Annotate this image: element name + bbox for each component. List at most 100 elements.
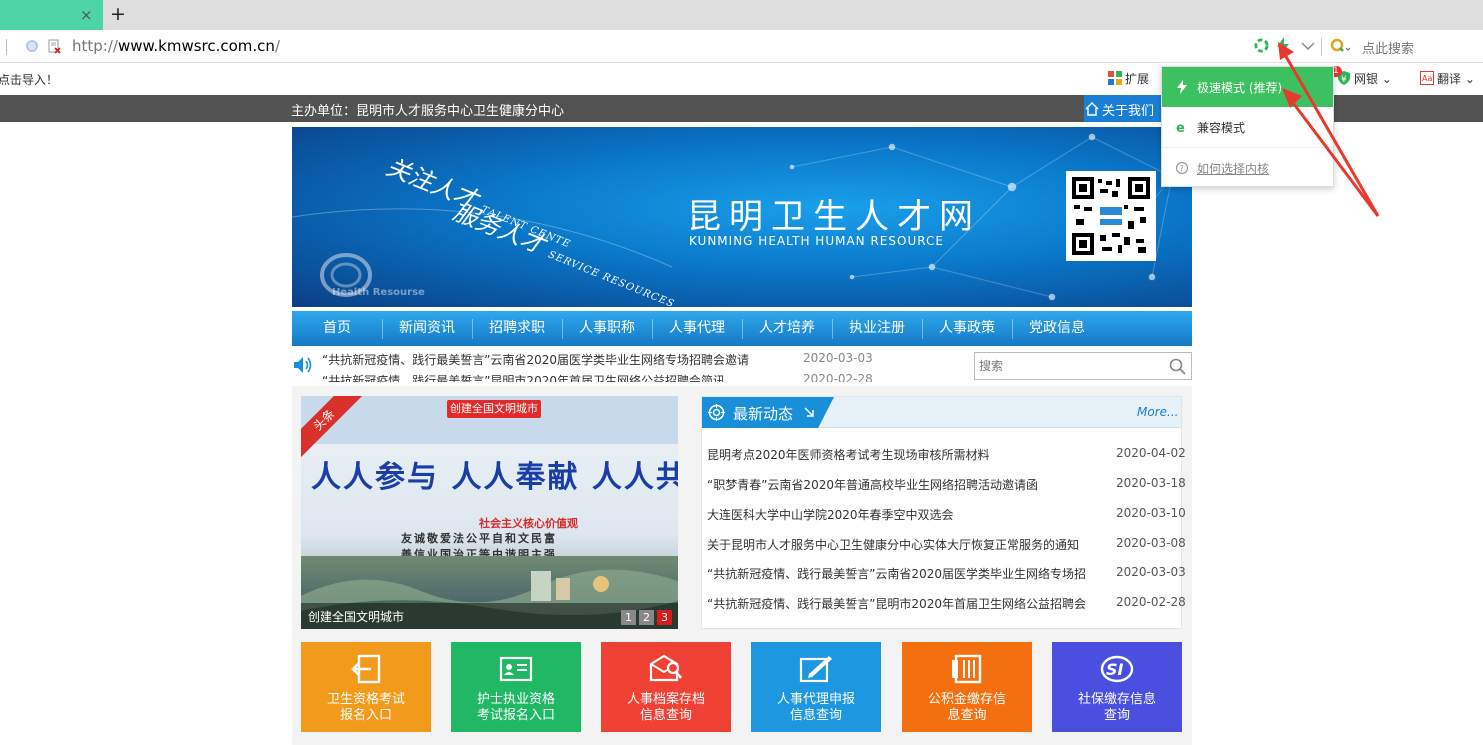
tile-agency-query[interactable]: 人事代理申报 信息查询 (751, 642, 881, 732)
host-unit-text: 主办单位：昆明市人才服务中心卫生健康分中心 (291, 104, 565, 119)
new-tab-button[interactable]: + (110, 3, 126, 25)
ie-icon: e (1176, 121, 1185, 134)
ticker-date: 2020-02-28 (803, 372, 873, 382)
site-search-input[interactable] (979, 356, 1159, 376)
chevron-down-icon[interactable] (1300, 39, 1316, 53)
news-item[interactable]: 关于昆明市人才服务中心卫生健康分中心实体大厅恢复正常服务的通知 2020-03-… (707, 536, 1186, 556)
nav-recruitment[interactable]: 招聘求职 (472, 311, 562, 346)
about-us-label: 关于我们 (1102, 104, 1155, 119)
tile-fund-query[interactable]: 公积金缴存信 息查询 (902, 642, 1032, 732)
tile-social-insurance-query[interactable]: SI 社保缴存信息 查询 (1052, 642, 1182, 732)
tile-line1: 卫生资格考试 (326, 692, 405, 707)
carousel-dot[interactable]: 2 (639, 610, 654, 625)
archive-search-icon (649, 654, 682, 682)
nav-agency[interactable]: 人事代理 (652, 311, 742, 346)
news-item-title: “职梦青春”云南省2020年普通高校毕业生网络招聘活动邀请函 (707, 478, 1038, 492)
import-favorites-link[interactable]: 点击导入！ (0, 71, 58, 88)
insecure-certificate-icon[interactable] (48, 39, 61, 54)
help-icon: ? (1175, 161, 1189, 175)
netbank-label: 网银 (1354, 72, 1379, 86)
browser-accelerate-icon[interactable] (1254, 38, 1269, 53)
tab-close-icon[interactable]: × (80, 7, 93, 23)
kernel-help-option[interactable]: ? 如何选择内核 (1162, 147, 1333, 187)
tile-label: 护士执业资格 考试报名入口 (451, 692, 581, 724)
speaker-icon (294, 357, 312, 373)
extensions-button[interactable]: 扩展 (1108, 70, 1149, 87)
browser-search-input[interactable]: 点此搜索 (1362, 38, 1414, 57)
carousel-dot-active[interactable]: 3 (657, 610, 672, 625)
render-mode-menu: 极速模式 (推荐) e 兼容模式 ? 如何选择内核 (1161, 66, 1334, 187)
tile-line1: 人事档案存档 (626, 692, 705, 707)
news-title: 最新动态 (733, 405, 794, 423)
search-engine-icon[interactable] (1330, 38, 1350, 54)
main-nav: 首页 新闻资讯 招聘求职 人事职称 人事代理 人才培养 执业注册 人事政策 党政… (292, 311, 1192, 346)
carousel-caption: 创建全国文明城市 (308, 610, 405, 624)
nav-party[interactable]: 党政信息 (1012, 311, 1102, 346)
news-item[interactable]: “共抗新冠疫情、践行最美誓言”昆明市2020年首届卫生网络公益招聘会 2020-… (707, 595, 1186, 615)
news-item[interactable]: 昆明考点2020年医师资格考试考生现场审核所需材料 2020-04-02 (707, 446, 1186, 466)
news-item[interactable]: “职梦青春”云南省2020年普通高校毕业生网络招聘活动邀请函 2020-03-1… (707, 476, 1186, 496)
tile-label: 人事档案存档 信息查询 (601, 692, 731, 724)
tile-line1: 护士执业资格 (476, 692, 555, 707)
news-more-link[interactable]: More... (1137, 405, 1178, 419)
translate-label: 翻译 (1437, 72, 1462, 86)
url-prefix: http:// (72, 37, 118, 55)
carousel-dot[interactable]: 1 (621, 610, 636, 625)
ticker-item[interactable]: “共抗新冠疫情、践行最美誓言”昆明市2020年首届卫生网络公益招聘会简讯 (322, 372, 725, 382)
search-icon[interactable] (1169, 358, 1186, 375)
site-banner: 关注人才 TALENT CENTE 服务人才 SERVICE RESOURCES… (292, 127, 1192, 307)
arrow-down-right-icon (804, 407, 814, 417)
news-item[interactable]: “共抗新冠疫情、践行最美誓言”云南省2020届医学类毕业生网络专场招 2020-… (707, 565, 1186, 585)
target-icon (708, 404, 725, 421)
url-field[interactable]: http://www.kmwsrc.com.cn/ (72, 37, 280, 55)
news-tab[interactable]: 最新动态 (702, 397, 834, 428)
netbank-button[interactable]: ¥ 网银 ⌄ (1337, 70, 1392, 87)
lightning-icon (1177, 80, 1187, 94)
site-subtitle: KUNMING HEALTH HUMAN RESOURCE (689, 234, 944, 248)
tile-line2: 考试报名入口 (476, 708, 555, 723)
fast-mode-option[interactable]: 极速模式 (推荐) (1162, 67, 1333, 107)
url-host: www.kmwsrc.com.cn (117, 37, 275, 55)
nav-home[interactable]: 首页 (292, 311, 382, 346)
news-item-date: 2020-03-08 (1116, 536, 1186, 550)
tile-nurse-exam[interactable]: 护士执业资格 考试报名入口 (451, 642, 581, 732)
svg-text:SI: SI (1106, 660, 1124, 679)
news-header: 最新动态 More... (702, 397, 1181, 428)
translate-icon: Aa (1420, 71, 1434, 85)
news-item-date: 2020-03-03 (1116, 565, 1186, 579)
tile-line2: 信息查询 (639, 708, 692, 723)
nav-policy[interactable]: 人事政策 (922, 311, 1012, 346)
svg-text:Aa: Aa (1422, 74, 1432, 83)
about-us-button[interactable]: 关于我们 (1084, 95, 1164, 122)
tile-health-exam[interactable]: 卫生资格考试 报名入口 (301, 642, 431, 732)
news-item-title: “共抗新冠疫情、践行最美誓言”昆明市2020年首届卫生网络公益招聘会 (707, 597, 1086, 611)
edit-form-icon (799, 656, 832, 683)
tile-line1: 社保缴存信息 (1077, 692, 1156, 707)
tile-line2: 息查询 (947, 708, 987, 723)
ledger-icon (952, 654, 982, 684)
ticker-item[interactable]: “共抗新冠疫情、践行最美誓言”云南省2020届医学类毕业生网络专场招聘会邀请 (322, 351, 749, 368)
tile-archive-query[interactable]: 人事档案存档 信息查询 (601, 642, 731, 732)
nav-training[interactable]: 人才培养 (742, 311, 832, 346)
active-tab[interactable]: × (0, 0, 103, 30)
si-logo-icon: SI (1100, 655, 1134, 683)
news-item-date: 2020-02-28 (1116, 595, 1186, 609)
translate-button[interactable]: Aa 翻译 ⌄ (1420, 70, 1475, 87)
grid-icon (1108, 71, 1122, 85)
home-icon (1085, 102, 1099, 116)
carousel-badge: 创建全国文明城市 (447, 400, 541, 418)
lightning-icon[interactable] (1276, 37, 1290, 55)
news-item-date: 2020-03-10 (1116, 506, 1186, 520)
carousel-caption-bar: 创建全国文明城市 1 2 3 (301, 603, 678, 629)
address-separator (1321, 38, 1322, 56)
nav-registration[interactable]: 执业注册 (832, 311, 922, 346)
tile-label: 公积金缴存信 息查询 (902, 692, 1032, 724)
compat-mode-option[interactable]: e 兼容模式 (1162, 107, 1333, 147)
nav-titles[interactable]: 人事职称 (562, 311, 652, 346)
headline-carousel[interactable]: 创建全国文明城市 头条 人人参与 人人奉献 人人共享 社会主义核心价值观 友诚敬… (301, 396, 678, 629)
compat-mode-label: 兼容模式 (1197, 121, 1246, 135)
news-item[interactable]: 大连医科大学中山学院2020年春季空中双选会 2020-03-10 (707, 506, 1186, 526)
nav-news[interactable]: 新闻资讯 (382, 311, 472, 346)
svg-text:¥: ¥ (1341, 75, 1347, 85)
core-values-title: 社会主义核心价值观 (479, 517, 578, 530)
